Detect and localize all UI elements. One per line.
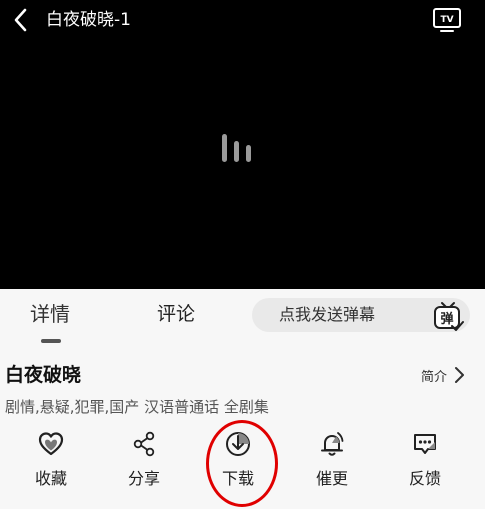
chevron-left-icon	[14, 8, 27, 32]
intro-label: 简介	[421, 369, 448, 385]
danmaku-placeholder: 点我发送弹幕	[279, 305, 376, 324]
download-button[interactable]: 下载	[203, 430, 273, 492]
chevron-right-icon	[455, 367, 465, 383]
danmaku-toggle-icon[interactable]: 弹	[432, 300, 464, 332]
tab-comment[interactable]: 评论	[157, 301, 195, 327]
feedback-icon	[414, 434, 436, 454]
bell-icon	[321, 432, 344, 456]
video-title: 白夜破晓-1	[46, 10, 131, 30]
loading-bars-icon	[222, 134, 251, 162]
favorite-label: 收藏	[34, 469, 67, 488]
download-label: 下载	[221, 469, 254, 488]
svg-text:TV: TV	[440, 15, 453, 25]
back-button[interactable]	[8, 6, 36, 34]
danmaku-input[interactable]: 点我发送弹幕 弹	[252, 298, 470, 332]
cast-to-tv-button[interactable]: TV	[432, 7, 462, 33]
tab-detail[interactable]: 详情	[30, 301, 70, 327]
show-tags: 剧情,悬疑,犯罪,国产 汉语普通话 全剧集	[5, 398, 269, 416]
feedback-button[interactable]: 反馈	[390, 430, 460, 492]
update-reminder-button[interactable]: 催更	[297, 430, 367, 492]
active-tab-indicator	[41, 339, 61, 343]
heart-icon	[38, 432, 64, 456]
intro-link[interactable]: 简介	[421, 364, 466, 386]
share-label: 分享	[127, 469, 160, 488]
favorite-button[interactable]: 收藏	[16, 430, 86, 492]
download-icon	[226, 432, 250, 456]
share-button[interactable]: 分享	[109, 430, 179, 492]
video-player[interactable]: 白夜破晓-1 TV	[0, 0, 485, 289]
tv-icon: TV	[433, 8, 461, 32]
update-reminder-label: 催更	[315, 469, 348, 488]
share-icon	[133, 431, 155, 457]
show-title: 白夜破晓	[5, 364, 82, 386]
danmaku-icon-label: 弹	[440, 311, 453, 327]
feedback-label: 反馈	[408, 469, 441, 488]
